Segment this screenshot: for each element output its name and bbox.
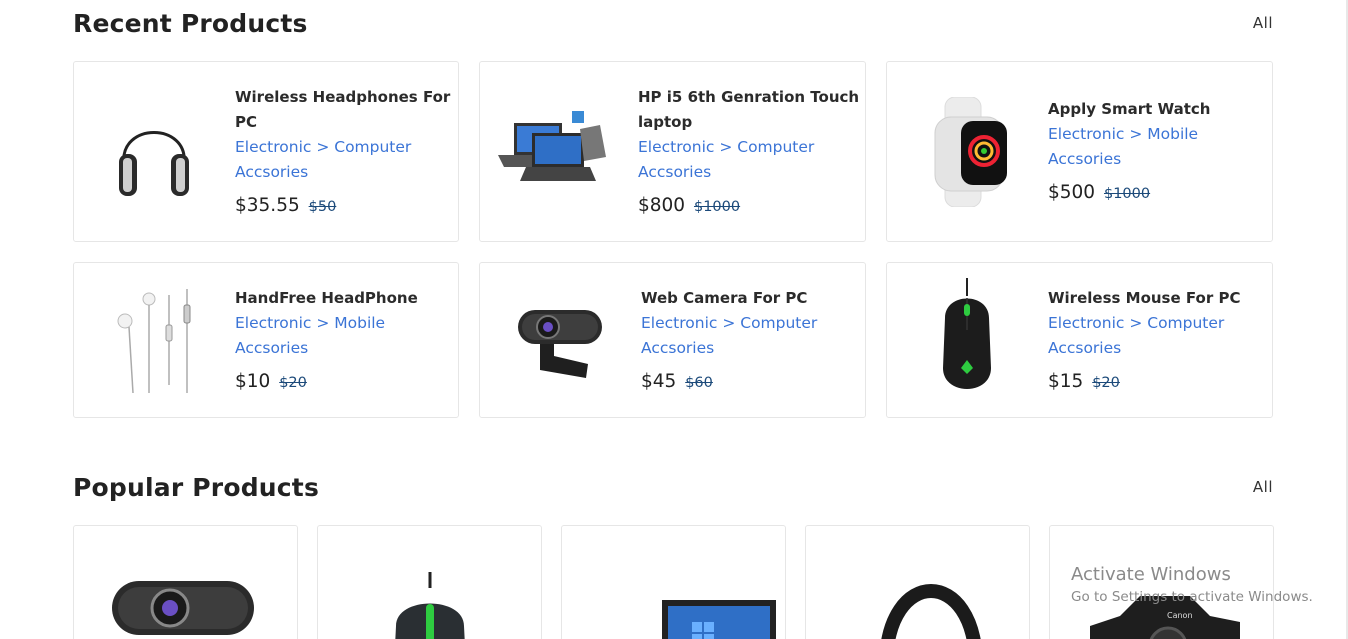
watermark-line1: Activate Windows (1071, 564, 1231, 585)
old-price: $60 (685, 374, 713, 391)
product-category[interactable]: Electronic > Computer Accsories (638, 135, 865, 185)
product-info: Apply Smart Watch Electronic > Mobile Ac… (1048, 97, 1272, 206)
product-category[interactable]: Electronic > Computer Accsories (1048, 311, 1272, 361)
popular-product-card[interactable] (317, 525, 542, 639)
product-card[interactable]: Apply Smart Watch Electronic > Mobile Ac… (886, 61, 1273, 242)
recent-products-header: Recent Products All (73, 6, 1273, 40)
current-price: $10 (235, 370, 271, 392)
product-info: HP i5 6th Genration Touch laptop Electro… (638, 85, 865, 219)
product-info: Web Camera For PC Electronic > Computer … (641, 286, 865, 395)
product-name[interactable]: Web Camera For PC (641, 286, 865, 311)
popular-product-card[interactable] (805, 525, 1030, 639)
product-price: $45 $60 (641, 370, 865, 395)
product-card[interactable]: HandFree HeadPhone Electronic > Mobile A… (73, 262, 459, 418)
activate-windows-watermark: Activate Windows Go to Settings to activ… (1071, 564, 1313, 605)
laptop-icon (494, 94, 614, 209)
current-price: $35.55 (235, 194, 300, 216)
product-info: HandFree HeadPhone Electronic > Mobile A… (235, 286, 458, 395)
watermark-line2: Go to Settings to activate Windows. (1071, 589, 1313, 605)
product-price: $10 $20 (235, 370, 458, 395)
recent-products-title: Recent Products (73, 8, 308, 38)
product-card[interactable]: Wireless Mouse For PC Electronic > Compu… (886, 262, 1273, 418)
old-price: $20 (279, 374, 307, 391)
smartwatch-icon (909, 94, 1024, 209)
product-name[interactable]: Wireless Mouse For PC (1048, 286, 1272, 311)
earphones-icon (96, 283, 211, 398)
old-price: $20 (1092, 374, 1120, 391)
popular-products-all-link[interactable]: All (1253, 478, 1273, 496)
popular-product-card[interactable] (73, 525, 298, 639)
product-card[interactable]: HP i5 6th Genration Touch laptop Electro… (479, 61, 866, 242)
product-name[interactable]: HP i5 6th Genration Touch laptop (638, 85, 865, 135)
product-price: $15 $20 (1048, 370, 1272, 395)
current-price: $45 (641, 370, 677, 392)
laptop-icon (662, 600, 776, 639)
gaming-mouse-icon (395, 572, 465, 639)
product-card[interactable]: Web Camera For PC Electronic > Computer … (479, 262, 866, 418)
headphones-icon (96, 94, 211, 209)
product-category[interactable]: Electronic > Computer Accsories (235, 135, 458, 185)
old-price: $1000 (693, 198, 741, 215)
product-card[interactable]: Wireless Headphones For PC Electronic > … (73, 61, 459, 242)
current-price: $800 (638, 194, 686, 216)
product-info: Wireless Headphones For PC Electronic > … (235, 85, 458, 219)
product-price: $500 $1000 (1048, 181, 1272, 206)
old-price: $1000 (1103, 186, 1151, 202)
webcam-icon (112, 581, 254, 635)
product-price: $35.55 $50 (235, 194, 458, 219)
webcam-icon (502, 283, 617, 398)
headphones-icon (881, 584, 981, 639)
current-price: $500 (1048, 182, 1096, 203)
camera-brand-label: Canon (1167, 611, 1193, 620)
popular-products-header: Popular Products All (73, 470, 1273, 504)
product-category[interactable]: Electronic > Mobile Accsories (235, 311, 458, 361)
product-name[interactable]: Apply Smart Watch (1048, 97, 1272, 122)
mouse-icon (909, 277, 1024, 398)
product-name[interactable]: Wireless Headphones For PC (235, 85, 458, 135)
current-price: $15 (1048, 370, 1084, 392)
product-price: $800 $1000 (638, 194, 865, 219)
old-price: $50 (308, 198, 337, 215)
product-category[interactable]: Electronic > Mobile Accsories (1048, 122, 1272, 172)
product-info: Wireless Mouse For PC Electronic > Compu… (1048, 286, 1272, 395)
product-name[interactable]: HandFree HeadPhone (235, 286, 458, 311)
popular-products-title: Popular Products (73, 472, 320, 502)
product-category[interactable]: Electronic > Computer Accsories (641, 311, 865, 361)
recent-products-all-link[interactable]: All (1253, 14, 1273, 32)
popular-product-card[interactable] (561, 525, 786, 639)
